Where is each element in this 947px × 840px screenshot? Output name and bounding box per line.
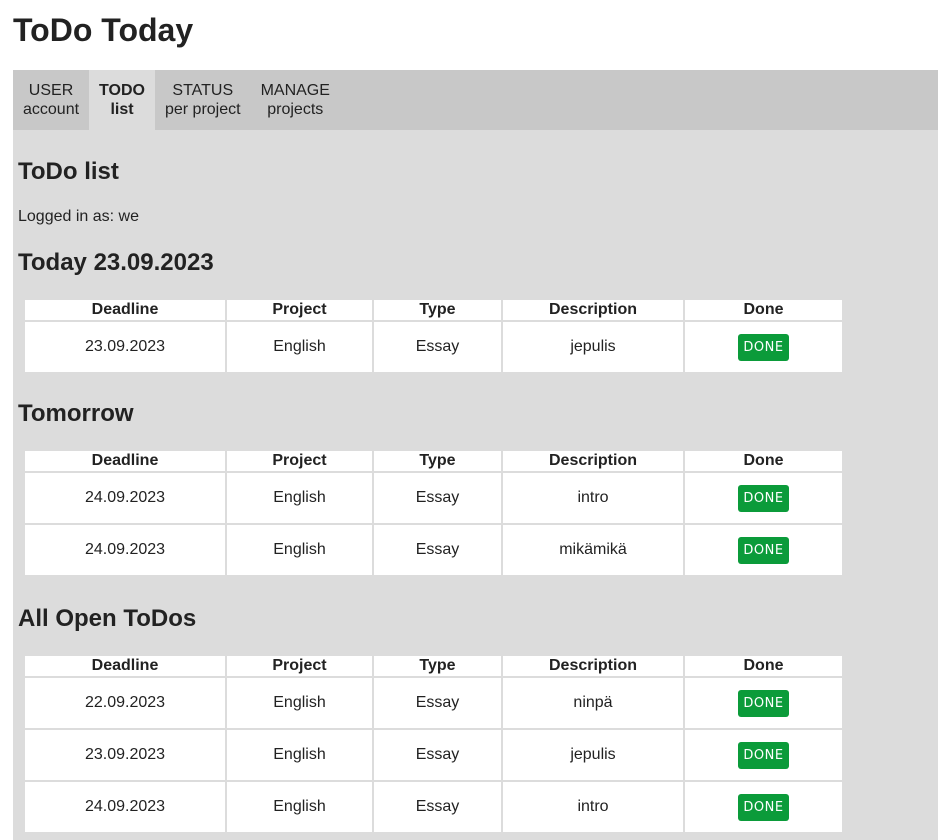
cell-done: DONE [683, 780, 844, 834]
column-header-project: Project [225, 654, 374, 678]
cell-type: Essay [372, 320, 503, 374]
cell-done: DONE [683, 728, 844, 782]
cell-type: Essay [372, 728, 503, 782]
cell-deadline: 24.09.2023 [23, 471, 227, 525]
cell-description: intro [501, 780, 685, 834]
cell-done: DONE [683, 676, 844, 730]
table-header-row: Deadline Project Type Description Done [23, 298, 844, 322]
cell-description: jepulis [501, 728, 685, 782]
cell-deadline: 24.09.2023 [23, 523, 227, 577]
tab-status-per-project[interactable]: STATUS per project [155, 70, 251, 130]
column-header-deadline: Deadline [23, 449, 227, 473]
table-row: 22.09.2023 English Essay ninpä DONE [23, 676, 844, 730]
cell-type: Essay [372, 780, 503, 834]
cell-project: English [225, 320, 374, 374]
section-title-today: Today 23.09.2023 [18, 249, 214, 276]
column-header-project: Project [225, 298, 374, 322]
done-button[interactable]: DONE [738, 536, 789, 564]
column-header-description: Description [501, 449, 685, 473]
cell-done: DONE [683, 523, 844, 577]
table-row: 24.09.2023 English Essay intro DONE [23, 780, 844, 834]
todo-table-today: Deadline Project Type Description Done 2… [23, 298, 844, 374]
done-button[interactable]: DONE [738, 333, 789, 361]
cell-type: Essay [372, 676, 503, 730]
tab-todo-list[interactable]: TODO list [89, 70, 155, 130]
table-header-row: Deadline Project Type Description Done [23, 654, 844, 678]
cell-type: Essay [372, 523, 503, 577]
todo-table-all-open: Deadline Project Type Description Done 2… [23, 654, 844, 834]
tab-label-line1: STATUS [172, 82, 234, 99]
done-button[interactable]: DONE [738, 793, 789, 821]
table-row: 24.09.2023 English Essay mikämikä DONE [23, 523, 844, 577]
tab-label-line1: TODO [99, 82, 145, 99]
tab-label-line1: MANAGE [260, 82, 330, 99]
cell-deadline: 22.09.2023 [23, 676, 227, 730]
app-title: ToDo Today [13, 12, 194, 48]
tab-user-account[interactable]: USER account [13, 70, 89, 130]
cell-project: English [225, 676, 374, 730]
column-header-description: Description [501, 654, 685, 678]
tab-label-line2: per project [164, 101, 241, 118]
section-title-tomorrow: Tomorrow [18, 400, 134, 427]
column-header-deadline: Deadline [23, 654, 227, 678]
done-button[interactable]: DONE [738, 484, 789, 512]
cell-project: English [225, 728, 374, 782]
done-button[interactable]: DONE [738, 741, 789, 769]
tab-label-line2: projects [267, 101, 324, 118]
table-row: 23.09.2023 English Essay jepulis DONE [23, 728, 844, 782]
todo-table-tomorrow: Deadline Project Type Description Done 2… [23, 449, 844, 577]
cell-description: jepulis [501, 320, 685, 374]
tab-label-line2: account [23, 101, 80, 118]
cell-done: DONE [683, 320, 844, 374]
table-row: 24.09.2023 English Essay intro DONE [23, 471, 844, 525]
tab-label-line2: list [110, 101, 134, 118]
column-header-description: Description [501, 298, 685, 322]
table-header-row: Deadline Project Type Description Done [23, 449, 844, 473]
table-row: 23.09.2023 English Essay jepulis DONE [23, 320, 844, 374]
cell-project: English [225, 523, 374, 577]
column-header-deadline: Deadline [23, 298, 227, 322]
column-header-project: Project [225, 449, 374, 473]
cell-project: English [225, 780, 374, 834]
main-nav: USER account TODO list STATUS per projec… [13, 70, 938, 130]
cell-description: mikämikä [501, 523, 685, 577]
column-header-type: Type [372, 449, 503, 473]
cell-deadline: 23.09.2023 [23, 320, 227, 374]
tab-manage-projects[interactable]: MANAGE projects [251, 70, 340, 130]
tab-label-line1: USER [28, 82, 74, 99]
column-header-done: Done [683, 654, 844, 678]
cell-deadline: 24.09.2023 [23, 780, 227, 834]
cell-description: intro [501, 471, 685, 525]
column-header-done: Done [683, 449, 844, 473]
cell-project: English [225, 471, 374, 525]
column-header-done: Done [683, 298, 844, 322]
done-button[interactable]: DONE [738, 689, 789, 717]
column-header-type: Type [372, 654, 503, 678]
cell-type: Essay [372, 471, 503, 525]
cell-deadline: 23.09.2023 [23, 728, 227, 782]
page-title: ToDo list [18, 158, 119, 185]
main-content: ToDo list Logged in as: we Today 23.09.2… [13, 130, 938, 840]
section-title-all-open: All Open ToDos [18, 605, 197, 632]
cell-description: ninpä [501, 676, 685, 730]
cell-done: DONE [683, 471, 844, 525]
logged-in-text: Logged in as: we [18, 208, 139, 225]
column-header-type: Type [372, 298, 503, 322]
